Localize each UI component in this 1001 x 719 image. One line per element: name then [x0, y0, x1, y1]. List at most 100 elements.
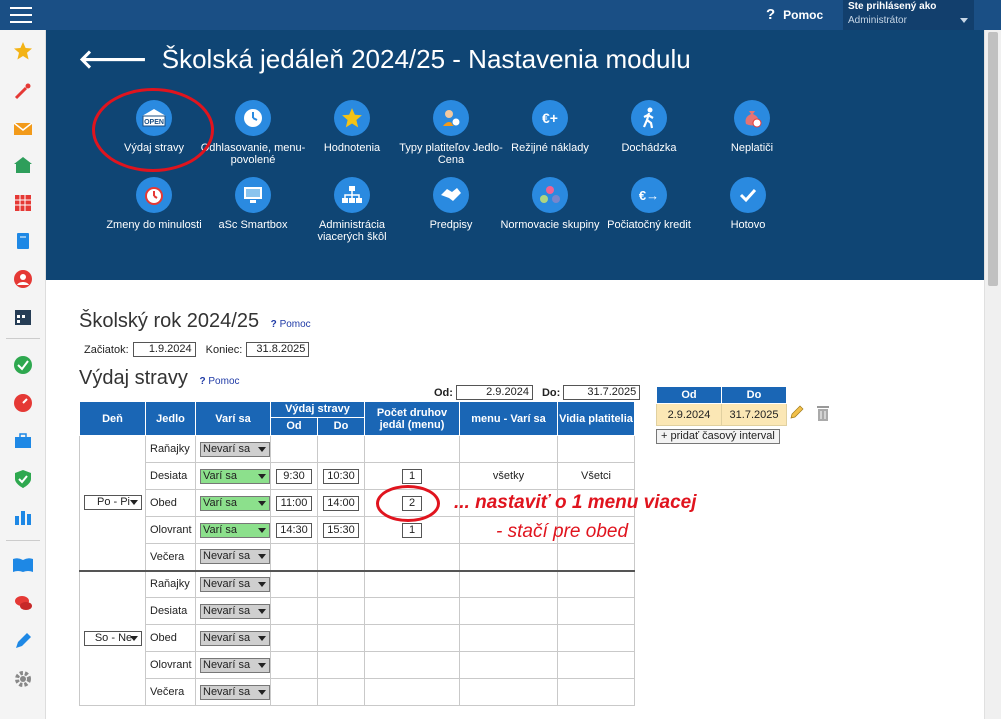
interval-row[interactable]: 2.9.2024 31.7.2025 [656, 403, 787, 426]
chevron-down-icon [258, 527, 266, 533]
time-to-input[interactable]: 10:30 [323, 468, 359, 484]
pen-icon[interactable] [12, 630, 34, 652]
hamburger-menu-icon[interactable] [10, 7, 32, 23]
scrollbar-thumb[interactable] [988, 32, 998, 286]
end-label: Koniec: [205, 343, 243, 356]
tile-label: Počiatočný kredit [607, 219, 691, 231]
od-label: Od: [434, 386, 453, 399]
book-icon[interactable] [12, 230, 34, 252]
help-label: Pomoc [783, 7, 824, 22]
status-select[interactable]: Nevarí sa [200, 657, 270, 673]
star-icon[interactable] [12, 40, 34, 62]
tile-rezijne-naklady[interactable]: €+ Režijné náklady [495, 100, 605, 154]
user-dropdown[interactable]: Ste prihlásený ako Administrátor [843, 0, 974, 30]
menu-count-input[interactable]: 1 [402, 522, 422, 538]
status-cell: Varí sa [195, 516, 271, 544]
chevron-down-icon [258, 608, 266, 614]
add-interval-button[interactable]: + pridať časový interval [656, 429, 780, 444]
time-from-input[interactable]: 9:30 [276, 468, 312, 484]
tile-typy-platitelov[interactable]: Typy platiteľov Jedlo-Cena [396, 100, 506, 166]
tile-neplatici[interactable]: Neplatiči [697, 100, 807, 154]
pencil-icon[interactable] [789, 404, 805, 425]
help-link[interactable]: ? Pomoc [200, 376, 240, 387]
col-pocet: Počet druhov jedál (menu) [364, 401, 460, 436]
vidia-cell [557, 651, 635, 679]
do-cell [317, 435, 365, 463]
tile-normovacie-skupiny[interactable]: Normovacie skupiny [495, 177, 605, 231]
time-to-input[interactable]: 15:30 [323, 522, 359, 538]
status-select[interactable]: Nevarí sa [200, 549, 270, 565]
od-input[interactable]: 2.9.2024 [455, 385, 533, 400]
tile-zmeny-do-minulosti[interactable]: Zmeny do minulosti [99, 177, 209, 231]
vidia-cell [557, 624, 635, 652]
calendar-icon[interactable] [12, 306, 34, 328]
envelope-icon[interactable] [12, 118, 34, 140]
day-select[interactable]: So - Ne [83, 630, 142, 646]
trash-icon[interactable] [815, 404, 831, 427]
magic-wand-icon[interactable] [12, 80, 34, 102]
euro-arrow-icon: €→ [631, 177, 667, 213]
tile-asc-smartbox[interactable]: aSc Smartbox [198, 177, 308, 231]
chat-icon[interactable] [12, 592, 34, 614]
tile-hotovo[interactable]: Hotovo [693, 177, 803, 231]
euro-plus-icon: €+ [532, 100, 568, 136]
status-select[interactable]: Nevarí sa [200, 603, 270, 619]
timer-icon[interactable] [12, 392, 34, 414]
tile-label: Neplatiči [730, 142, 774, 154]
time-from-input[interactable]: 14:30 [276, 522, 312, 538]
status-select[interactable]: Varí sa [200, 522, 270, 538]
tile-odhlasovanie[interactable]: Odhlasovanie, menu-povolené [198, 100, 308, 166]
vidia-cell [557, 543, 635, 571]
shield-icon[interactable] [12, 468, 34, 490]
help-button[interactable]: ? Pomoc [766, 6, 823, 23]
scrollbar[interactable] [984, 30, 1001, 719]
tile-label: Hodnotenia [323, 142, 381, 154]
chevron-down-icon [960, 18, 968, 23]
status-select-value: Nevarí sa [203, 550, 251, 563]
day-select[interactable]: Po - Pi [83, 495, 142, 511]
status-select-value: Nevarí sa [203, 442, 251, 455]
tile-dochadzka[interactable]: Dochádzka [594, 100, 704, 154]
tile-hodnotenia[interactable]: Hodnotenia [297, 100, 407, 154]
start-date-input[interactable]: 1.9.2024 [132, 342, 196, 357]
person-icon[interactable] [12, 268, 34, 290]
interval-od: 2.9.2024 [656, 403, 722, 426]
status-select[interactable]: Nevarí sa [200, 441, 270, 457]
end-date-input[interactable]: 31.8.2025 [246, 342, 310, 357]
tile-administracia[interactable]: Administrácia viacerých škôl [297, 177, 407, 243]
help-link[interactable]: ? Pomoc [271, 319, 311, 330]
do-cell [317, 569, 365, 598]
do-input[interactable]: 31.7.2025 [563, 385, 641, 400]
tile-predpisy[interactable]: Predpisy [396, 177, 506, 231]
day-cell: Po - Pi [79, 435, 146, 571]
status-select[interactable]: Varí sa [200, 468, 270, 484]
bar-chart-icon[interactable] [12, 506, 34, 528]
time-from-input[interactable]: 11:00 [276, 495, 312, 511]
tile-label: Režijné náklady [511, 142, 589, 154]
sidebar [0, 30, 46, 719]
status-select[interactable]: Nevarí sa [200, 684, 270, 700]
back-arrow-icon[interactable]: 🡐 [78, 44, 148, 75]
tile-pociatocny-kredit[interactable]: €→ Počiatočný kredit [594, 177, 704, 231]
timetable-icon[interactable] [12, 192, 34, 214]
od-cell [270, 597, 318, 625]
meal-name: Večera [145, 543, 196, 571]
open-book-icon[interactable] [12, 554, 34, 576]
menu-cell [459, 624, 558, 652]
status-select[interactable]: Nevarí sa [200, 576, 270, 592]
menu-cell [459, 678, 558, 706]
briefcase-icon[interactable] [12, 430, 34, 452]
status-select[interactable]: Varí sa [200, 495, 270, 511]
gear-icon[interactable] [12, 668, 34, 690]
table-row: Večera Nevarí sa [80, 678, 635, 706]
od-cell [270, 624, 318, 652]
menu-count-input[interactable]: 1 [402, 468, 422, 484]
status-select-value: Nevarí sa [203, 685, 251, 698]
check-circle-icon[interactable] [12, 354, 34, 376]
vidia-cell [557, 435, 635, 463]
od-cell: 11:00 [270, 489, 318, 517]
chevron-down-icon [258, 554, 266, 560]
status-select[interactable]: Nevarí sa [200, 630, 270, 646]
time-to-input[interactable]: 14:00 [323, 495, 359, 511]
school-icon[interactable] [12, 154, 34, 176]
